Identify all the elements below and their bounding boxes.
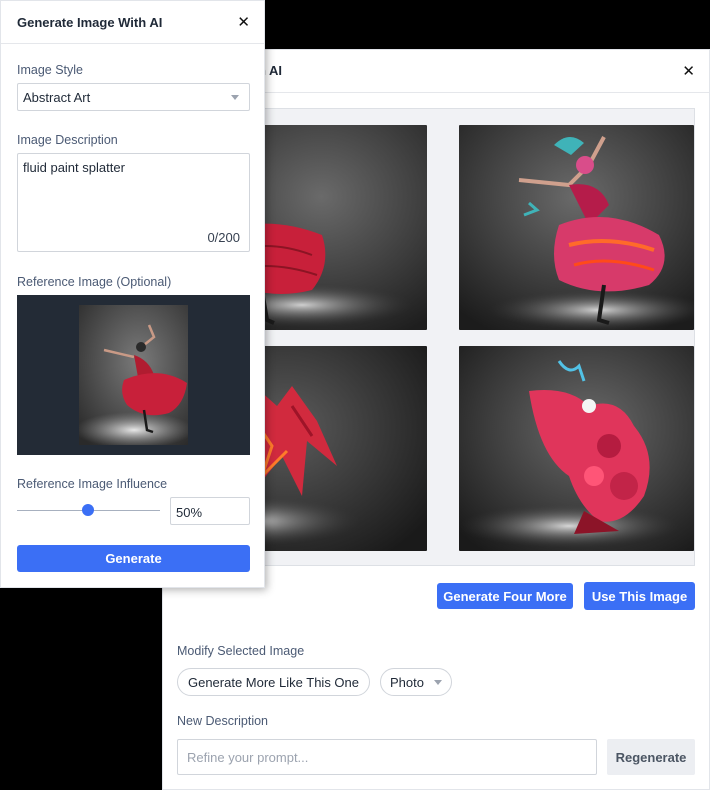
generate-four-more-button[interactable]: Generate Four More [437, 583, 573, 609]
ai-image-dialog-form: Generate Image With AI ✕ Image Style Abs… [0, 0, 265, 588]
generate-more-like-this-label: Generate More Like This One [187, 674, 359, 690]
image-style-value: Abstract Art [23, 90, 91, 105]
influence-percent-input[interactable]: 50% [170, 497, 250, 525]
close-icon[interactable]: ✕ [237, 13, 250, 31]
reference-image [79, 305, 188, 445]
modify-selected-image-label: Modify Selected Image [177, 644, 305, 658]
image-description-label: Image Description [17, 133, 118, 147]
reference-image-label: Reference Image (Optional) [17, 275, 172, 289]
influence-slider-thumb[interactable] [82, 504, 94, 516]
new-description-label: New Description [177, 714, 269, 728]
reference-influence-label: Reference Image Influence [17, 477, 168, 491]
reference-image-dropzone[interactable] [17, 295, 250, 455]
image-description-textarea[interactable]: fluid paint splatter 0/200 [17, 153, 250, 252]
regenerate-button[interactable]: Regenerate [607, 739, 695, 775]
generated-image-2[interactable] [459, 125, 694, 330]
refine-prompt-input[interactable]: Refine your prompt... [177, 739, 597, 775]
generate-more-like-this-button[interactable]: Generate More Like This One [177, 668, 370, 696]
image-style-select[interactable]: Abstract Art [17, 83, 250, 111]
chevron-down-icon [433, 679, 442, 685]
image-description-value: fluid paint splatter [23, 160, 125, 175]
chevron-down-icon [231, 95, 239, 100]
character-counter: 0/200 [207, 230, 240, 245]
dialog-title: Generate Image With AI [17, 15, 163, 30]
use-this-image-button[interactable]: Use This Image [584, 582, 695, 610]
generate-button[interactable]: Generate [17, 545, 250, 572]
dialog-header: Generate Image With AI ✕ [1, 1, 264, 44]
image-style-label: Image Style [17, 63, 84, 77]
style-select-value: Photo [390, 674, 424, 690]
generated-image-4[interactable] [459, 346, 694, 551]
close-icon[interactable]: ✕ [682, 62, 695, 80]
style-select[interactable]: Photo [380, 668, 452, 696]
